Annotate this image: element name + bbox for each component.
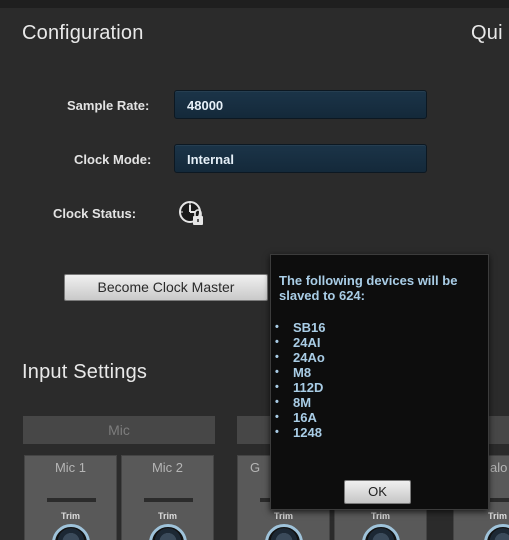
device-name: 112D — [293, 380, 324, 395]
clock-status-label: Clock Status: — [53, 206, 137, 221]
device-item: • 24AI — [275, 335, 326, 350]
top-strip — [0, 0, 509, 8]
device-item: • M8 — [275, 365, 326, 380]
channel-strip-mic-2[interactable]: Mic 2 Trim — [121, 455, 214, 540]
trim-knob[interactable] — [362, 524, 400, 540]
device-name: 1248 — [293, 425, 322, 440]
clock-mode-field[interactable]: Internal — [174, 144, 427, 173]
device-item: • SB16 — [275, 320, 326, 335]
channel-strip-mic-1[interactable]: Mic 1 Trim — [24, 455, 117, 540]
device-item: • 24Ao — [275, 350, 326, 365]
mic-group-header: Mic — [23, 416, 215, 444]
ok-button[interactable]: OK — [344, 480, 411, 504]
dialog-message: The following devices will be slaved to … — [279, 273, 458, 303]
channel-name: Mic 1 — [54, 460, 87, 475]
configuration-panel: Configuration Qui Sample Rate: 48000 Clo… — [0, 0, 509, 540]
bullet-icon: • — [275, 411, 279, 423]
bullet-icon: • — [275, 366, 279, 378]
device-item: • 112D — [275, 380, 326, 395]
channel-meter — [490, 498, 509, 502]
bullet-icon: • — [275, 381, 279, 393]
trim-label: Trim — [370, 511, 390, 521]
trim-label: Trim — [273, 511, 293, 521]
sample-rate-label: Sample Rate: — [67, 98, 150, 113]
device-name: M8 — [293, 365, 312, 380]
slaved-devices-dialog: The following devices will be slaved to … — [270, 254, 489, 510]
device-item: • 1248 — [275, 425, 326, 440]
bullet-icon: • — [275, 321, 279, 333]
configuration-title: Configuration — [22, 22, 144, 44]
input-settings-title: Input Settings — [22, 361, 148, 383]
device-list: • SB16 • 24AI • 24Ao • M8 • 112D • 8M • 16A • 12… — [275, 320, 326, 440]
become-clock-master-button[interactable]: Become Clock Master — [64, 274, 268, 301]
trim-knob[interactable] — [52, 524, 90, 540]
group-header-3 — [489, 416, 509, 444]
bullet-icon: • — [275, 336, 279, 348]
sample-rate-field[interactable]: 48000 — [174, 90, 427, 119]
trim-label: Trim — [157, 511, 177, 521]
trim-knob[interactable] — [265, 524, 303, 540]
bullet-icon: • — [275, 396, 279, 408]
channel-meter — [47, 498, 96, 502]
device-name: SB16 — [293, 320, 326, 335]
trim-label: Trim — [60, 511, 80, 521]
device-item: • 8M — [275, 395, 326, 410]
channel-name: alo — [490, 460, 508, 475]
clock-locked-icon — [178, 200, 206, 228]
bullet-icon: • — [275, 426, 279, 438]
device-item: • 16A — [275, 410, 326, 425]
trim-knob[interactable] — [484, 524, 509, 540]
device-name: 24Ao — [293, 350, 325, 365]
bullet-icon: • — [275, 351, 279, 363]
trim-knob[interactable] — [149, 524, 187, 540]
device-name: 16A — [293, 410, 317, 425]
channel-name: Mic 2 — [151, 460, 184, 475]
clock-mode-label: Clock Mode: — [74, 152, 152, 167]
quick-title: Qui — [471, 22, 503, 44]
device-name: 24AI — [293, 335, 321, 350]
trim-label: Trim — [488, 511, 508, 521]
device-name: 8M — [293, 395, 312, 410]
channel-meter — [144, 498, 193, 502]
